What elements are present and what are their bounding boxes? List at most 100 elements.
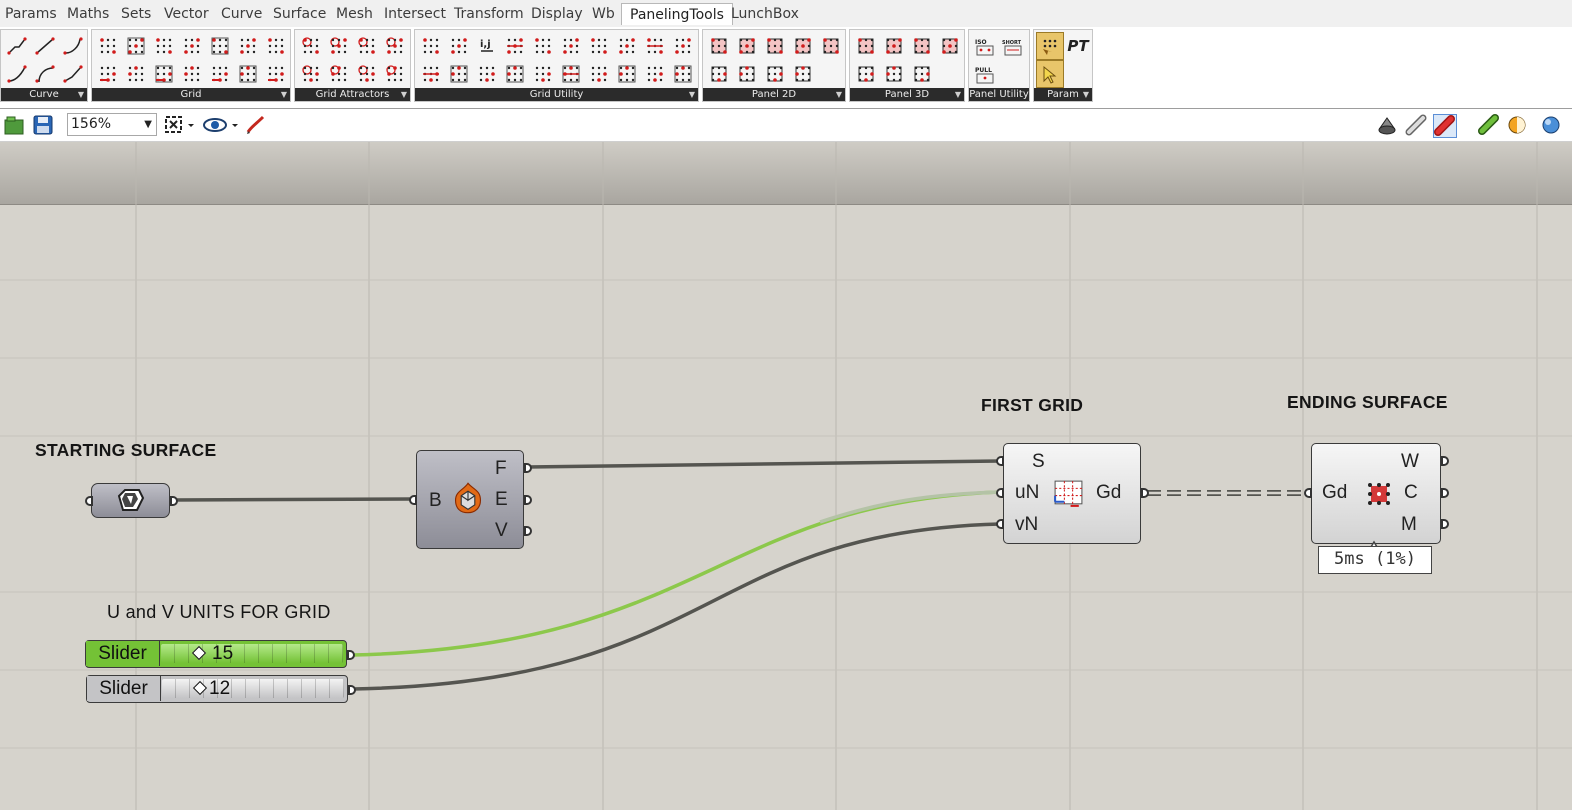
grid-tool-icon[interactable]	[206, 60, 234, 88]
attr-tool-icon[interactable]	[353, 32, 381, 60]
grid-tool-icon[interactable]	[234, 32, 262, 60]
render-sphere-icon[interactable]	[1540, 114, 1562, 136]
expand-icon[interactable]: ▼	[689, 88, 695, 101]
wire-brep-f-to-grid-s[interactable]	[526, 459, 1001, 469]
expand-icon[interactable]: ▼	[78, 88, 84, 101]
p2d-tool-icon[interactable]	[761, 32, 789, 60]
pull-icon[interactable]: PULL	[971, 60, 999, 88]
util-tool-icon[interactable]	[417, 32, 445, 60]
curve-tool-icon[interactable]	[3, 60, 31, 88]
curve-tool-icon[interactable]	[31, 32, 59, 60]
expand-icon[interactable]: ▼	[281, 88, 287, 101]
menu-tab-wb[interactable]: Wb	[592, 6, 615, 22]
grid-input-s-grip[interactable]	[996, 456, 1004, 466]
menu-tab-vector[interactable]: Vector	[164, 6, 209, 22]
param-grid-icon[interactable]	[1036, 32, 1064, 60]
material-sphere-icon[interactable]	[1506, 114, 1528, 136]
menu-tab-panelingtools[interactable]: PanelingTools	[621, 3, 733, 25]
curve-tool-icon[interactable]	[59, 60, 87, 88]
p2d-tool-icon[interactable]	[789, 60, 817, 88]
util-tool-icon[interactable]	[557, 60, 585, 88]
brep-input-grip[interactable]	[409, 495, 417, 505]
slider-u[interactable]: Slider 15	[85, 640, 347, 668]
p2d-tool-icon[interactable]	[733, 32, 761, 60]
grid-tool-icon[interactable]	[150, 32, 178, 60]
grid-tool-icon[interactable]	[178, 32, 206, 60]
grid-input-un-grip[interactable]	[996, 488, 1004, 498]
menu-tab-curve[interactable]: Curve	[221, 6, 262, 22]
grid-tool-icon[interactable]	[262, 60, 290, 88]
p3d-tool-icon[interactable]	[908, 32, 936, 60]
util-tool-icon[interactable]	[529, 60, 557, 88]
p3d-tool-icon[interactable]	[880, 32, 908, 60]
ending-input-gd-grip[interactable]	[1304, 488, 1312, 498]
param-select-icon[interactable]	[1036, 60, 1064, 88]
util-tool-icon[interactable]: i,j	[473, 32, 501, 60]
grid-tool-icon[interactable]	[150, 60, 178, 88]
grid-tool-icon[interactable]	[262, 32, 290, 60]
p3d-tool-icon[interactable]	[852, 32, 880, 60]
grid-to-surface-component[interactable]: Gd W C M	[1311, 443, 1441, 544]
grasshopper-canvas[interactable]: STARTING SURFACE FIRST GRID ENDING SURFA…	[0, 142, 1572, 810]
brep-deconstruct-component[interactable]: B F E V	[416, 450, 524, 549]
util-tool-icon[interactable]	[417, 60, 445, 88]
p2d-tool-icon[interactable]	[817, 32, 845, 60]
util-tool-icon[interactable]	[501, 32, 529, 60]
surface-input-grip[interactable]	[85, 496, 93, 506]
attr-tool-icon[interactable]	[297, 60, 325, 88]
open-file-icon[interactable]	[3, 114, 25, 136]
grid-tool-icon[interactable]	[206, 32, 234, 60]
menu-tab-sets[interactable]: Sets	[121, 6, 151, 22]
menu-tab-surface[interactable]: Surface	[273, 6, 326, 22]
p2d-tool-icon[interactable]	[733, 60, 761, 88]
sketch-pen-icon[interactable]	[244, 114, 266, 136]
p2d-tool-icon[interactable]	[705, 32, 733, 60]
grid-tool-icon[interactable]	[94, 60, 122, 88]
util-tool-icon[interactable]	[585, 32, 613, 60]
attr-tool-icon[interactable]	[325, 60, 353, 88]
preview-shaded-icon[interactable]	[1376, 114, 1398, 136]
curve-tool-icon[interactable]	[59, 32, 87, 60]
grid-tool-icon[interactable]	[178, 60, 206, 88]
grid-tool-icon[interactable]	[122, 60, 150, 88]
p2d-tool-icon[interactable]	[705, 60, 733, 88]
attr-tool-icon[interactable]	[381, 60, 409, 88]
zoom-select[interactable]: 156% ▼	[67, 113, 157, 136]
curve-tool-icon[interactable]	[3, 32, 31, 60]
preview-wire-icon[interactable]	[1405, 114, 1427, 136]
attr-tool-icon[interactable]	[381, 32, 409, 60]
save-file-icon[interactable]	[32, 114, 54, 136]
util-tool-icon[interactable]	[613, 60, 641, 88]
preview-selected-icon[interactable]	[1433, 114, 1457, 138]
attr-tool-icon[interactable]	[297, 32, 325, 60]
p3d-tool-icon[interactable]	[908, 60, 936, 88]
short-icon[interactable]: SHORT	[999, 32, 1027, 60]
menu-tab-display[interactable]: Display	[531, 6, 583, 22]
curve-tool-icon[interactable]	[31, 60, 59, 88]
preview-green-icon[interactable]	[1478, 114, 1500, 136]
attr-tool-icon[interactable]	[353, 60, 381, 88]
util-tool-icon[interactable]	[445, 32, 473, 60]
expand-icon[interactable]: ▼	[401, 88, 407, 101]
menu-tab-lunchbox[interactable]: LunchBox	[731, 6, 799, 22]
menu-tab-intersect[interactable]: Intersect	[384, 6, 446, 22]
util-tool-icon[interactable]	[613, 32, 641, 60]
menu-tab-maths[interactable]: Maths	[67, 6, 109, 22]
zoom-extents-icon[interactable]	[163, 114, 195, 136]
iso-icon[interactable]: ISO	[971, 32, 999, 60]
p3d-tool-icon[interactable]	[852, 60, 880, 88]
p2d-tool-icon[interactable]	[761, 60, 789, 88]
attr-tool-icon[interactable]	[325, 32, 353, 60]
p3d-tool-icon[interactable]	[936, 32, 964, 60]
util-tool-icon[interactable]	[669, 60, 697, 88]
expand-icon[interactable]: ▼	[1083, 88, 1089, 101]
surface-grid-component[interactable]: S uN vN Gd	[1003, 443, 1141, 544]
surface-param-component[interactable]	[91, 483, 170, 518]
slider-v-track[interactable]	[162, 679, 344, 698]
grid-input-vn-grip[interactable]	[996, 519, 1004, 529]
slider-v[interactable]: Slider 12	[86, 675, 348, 703]
grid-tool-icon[interactable]	[234, 60, 262, 88]
p2d-tool-icon[interactable]	[789, 32, 817, 60]
util-tool-icon[interactable]	[585, 60, 613, 88]
wire-surface-to-brep[interactable]	[171, 497, 413, 502]
